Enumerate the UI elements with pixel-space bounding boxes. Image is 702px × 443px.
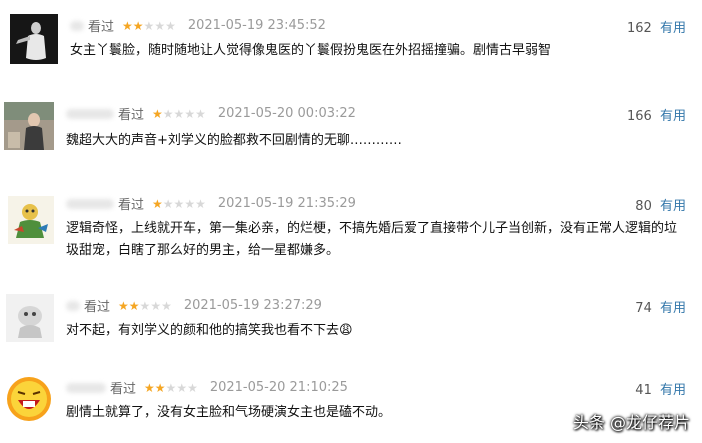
review-meta: 看过 ★ ★ ★ ★ ★ 2021-05-20 00:03:22 bbox=[66, 104, 356, 123]
star-empty-icon: ★ bbox=[154, 18, 166, 33]
useful-button[interactable]: 有用 bbox=[660, 301, 686, 316]
star-filled-icon: ★ bbox=[122, 18, 133, 33]
review-item: 看过 ★ ★ ★ ★ ★ 2021-05-19 21:35:29 80 有用 逻辑奇怪，… bbox=[0, 182, 702, 282]
review-time: 2021-05-20 00:03:22 bbox=[217, 106, 356, 121]
star-empty-icon: ★ bbox=[139, 298, 151, 313]
review-meta: 看过 ★ ★ ★ ★ ★ 2021-05-20 21:10:25 bbox=[66, 378, 348, 397]
star-filled-icon: ★ bbox=[152, 196, 163, 211]
vote-area: 41 有用 bbox=[635, 379, 686, 398]
star-empty-icon: ★ bbox=[165, 380, 177, 395]
avatar[interactable] bbox=[4, 374, 54, 424]
review-meta: 看过 ★ ★ ★ ★ ★ 2021-05-19 23:45:52 bbox=[70, 16, 326, 35]
vote-area: 162 有用 bbox=[627, 17, 686, 36]
username[interactable] bbox=[66, 300, 80, 311]
star-filled-icon: ★ bbox=[128, 298, 140, 313]
avatar[interactable] bbox=[10, 14, 58, 64]
star-empty-icon: ★ bbox=[165, 18, 176, 33]
watermark: 头条 @龙仔荐片 bbox=[572, 413, 690, 432]
watch-status: 看过 bbox=[84, 300, 111, 315]
rating-stars: ★ ★ ★ ★ ★ bbox=[152, 108, 206, 120]
review-time: 2021-05-19 23:27:29 bbox=[183, 298, 322, 313]
review-item: 看过 ★ ★ ★ ★ ★ 2021-05-19 23:45:52 162 有用 女主丫鬟… bbox=[0, 0, 702, 80]
review-comment: 女主丫鬟脸，随时随地让人觉得像鬼医的丫鬟假扮鬼医在外招摇撞骗。剧情古早弱智 bbox=[70, 43, 552, 58]
useful-button[interactable]: 有用 bbox=[660, 199, 686, 214]
username[interactable] bbox=[70, 20, 84, 31]
avatar-cartoon-image bbox=[8, 196, 54, 244]
star-empty-icon: ★ bbox=[161, 298, 172, 313]
rating-stars: ★ ★ ★ ★ ★ bbox=[152, 198, 206, 210]
star-empty-icon: ★ bbox=[187, 380, 198, 395]
star-filled-icon: ★ bbox=[132, 18, 144, 33]
star-filled-icon: ★ bbox=[118, 298, 129, 313]
vote-area: 74 有用 bbox=[635, 297, 686, 316]
useful-button[interactable]: 有用 bbox=[660, 383, 686, 398]
watch-status: 看过 bbox=[118, 108, 145, 123]
watch-status: 看过 bbox=[88, 20, 115, 35]
vote-count: 74 bbox=[635, 301, 652, 316]
vote-count: 41 bbox=[635, 383, 652, 398]
avatar[interactable] bbox=[8, 196, 54, 244]
avatar[interactable] bbox=[6, 294, 54, 342]
username[interactable] bbox=[66, 198, 114, 209]
avatar-sketch-image bbox=[6, 294, 54, 342]
review-item: 看过 ★ ★ ★ ★ ★ 2021-05-20 00:03:22 166 有用 魏超大大… bbox=[0, 88, 702, 168]
useful-button[interactable]: 有用 bbox=[660, 21, 686, 36]
watch-status: 看过 bbox=[110, 382, 137, 397]
avatar-photo-image bbox=[4, 102, 54, 150]
vote-area: 80 有用 bbox=[635, 195, 686, 214]
username[interactable] bbox=[66, 108, 114, 119]
star-empty-icon: ★ bbox=[150, 298, 162, 313]
vote-count: 166 bbox=[627, 109, 652, 124]
review-comment: 魏超大大的声音+刘学义的脸都救不回剧情的无聊………… bbox=[66, 133, 402, 148]
star-empty-icon: ★ bbox=[143, 18, 155, 33]
avatar-dancer-image bbox=[10, 14, 58, 64]
star-empty-icon: ★ bbox=[173, 106, 185, 121]
rating-stars: ★ ★ ★ ★ ★ bbox=[144, 382, 198, 394]
review-comment: 剧情土就算了，没有女主脸和气场硬演女主也是磕不动。 bbox=[66, 405, 392, 420]
watch-status: 看过 bbox=[118, 198, 145, 213]
star-empty-icon: ★ bbox=[184, 196, 196, 211]
vote-count: 162 bbox=[627, 21, 652, 36]
review-time: 2021-05-19 23:45:52 bbox=[187, 18, 326, 33]
review-time: 2021-05-20 21:10:25 bbox=[209, 380, 348, 395]
rating-stars: ★ ★ ★ ★ ★ bbox=[122, 20, 176, 32]
avatar[interactable] bbox=[4, 102, 54, 150]
review-comment: 对不起，有刘学义的颜和他的搞笑我也看不下去😩 bbox=[66, 323, 353, 338]
rating-stars: ★ ★ ★ ★ ★ bbox=[118, 300, 172, 312]
star-empty-icon: ★ bbox=[173, 196, 185, 211]
username[interactable] bbox=[66, 382, 106, 393]
star-empty-icon: ★ bbox=[195, 196, 206, 211]
star-empty-icon: ★ bbox=[162, 196, 174, 211]
review-meta: 看过 ★ ★ ★ ★ ★ 2021-05-19 23:27:29 bbox=[66, 296, 322, 315]
star-empty-icon: ★ bbox=[195, 106, 206, 121]
vote-count: 80 bbox=[635, 199, 652, 214]
vote-area: 166 有用 bbox=[627, 105, 686, 124]
review-item: 看过 ★ ★ ★ ★ ★ 2021-05-19 23:27:29 74 有用 对不起，有… bbox=[0, 286, 702, 356]
star-filled-icon: ★ bbox=[144, 380, 155, 395]
star-filled-icon: ★ bbox=[154, 380, 166, 395]
star-filled-icon: ★ bbox=[152, 106, 163, 121]
star-empty-icon: ★ bbox=[184, 106, 196, 121]
review-comment: 逻辑奇怪，上线就开车，第一集必亲，的烂梗，不搞先婚后爱了直接带个儿子当创新，没有… bbox=[66, 221, 678, 258]
avatar-emoji-image bbox=[4, 374, 54, 424]
useful-button[interactable]: 有用 bbox=[660, 109, 686, 124]
review-time: 2021-05-19 21:35:29 bbox=[217, 196, 356, 211]
star-empty-icon: ★ bbox=[162, 106, 174, 121]
review-meta: 看过 ★ ★ ★ ★ ★ 2021-05-19 21:35:29 bbox=[66, 194, 356, 213]
star-empty-icon: ★ bbox=[176, 380, 188, 395]
